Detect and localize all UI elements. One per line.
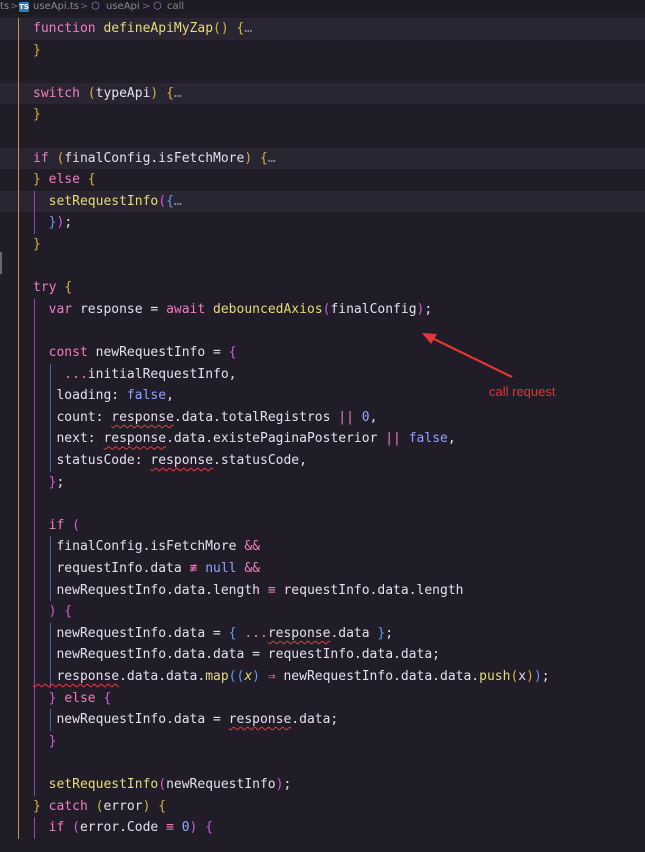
annotation-label: call request — [489, 384, 556, 399]
annotation-arrow — [422, 333, 513, 378]
